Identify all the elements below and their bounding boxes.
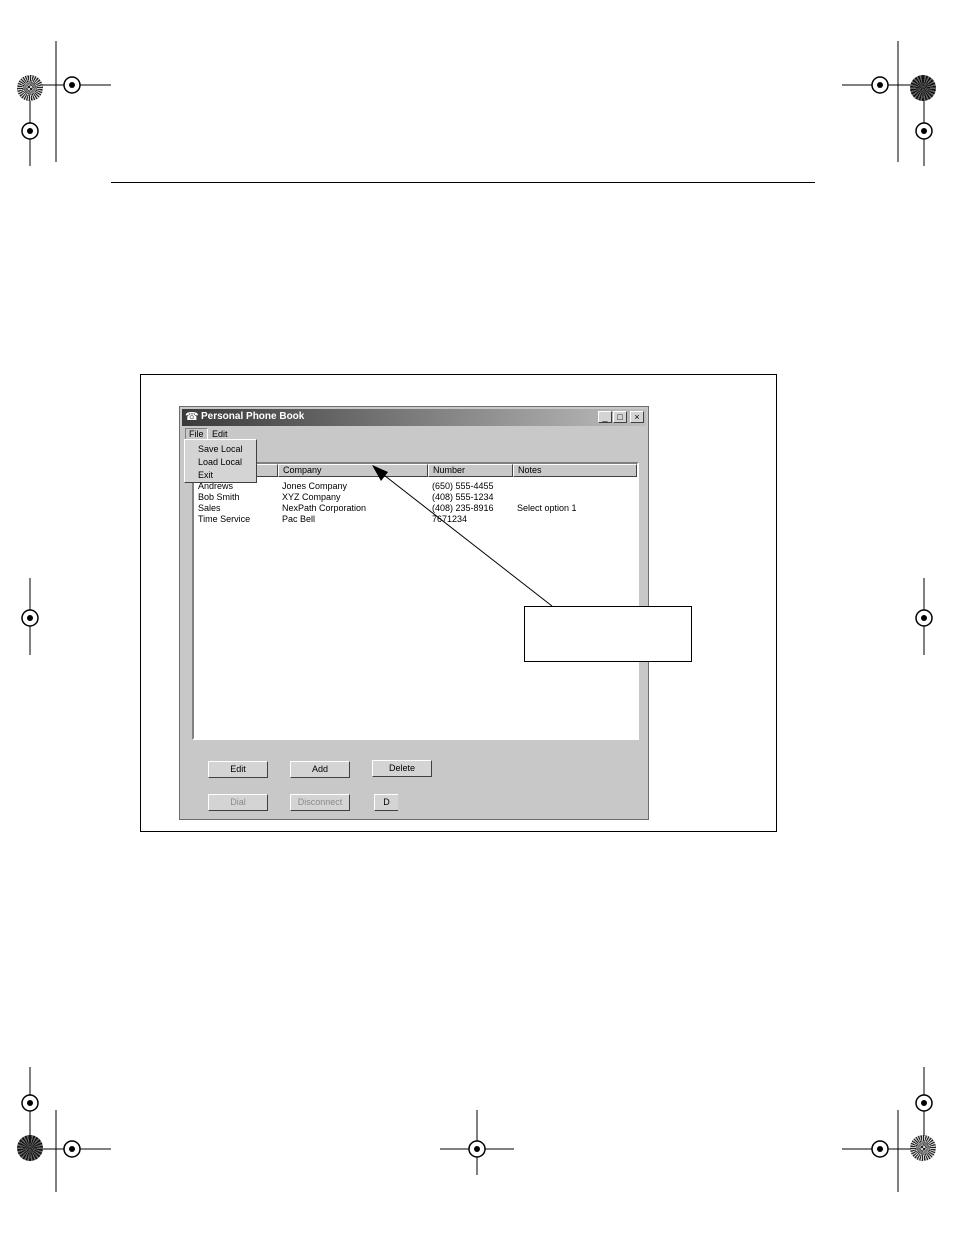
callout-arrow <box>372 465 553 607</box>
callout-box <box>524 606 692 662</box>
